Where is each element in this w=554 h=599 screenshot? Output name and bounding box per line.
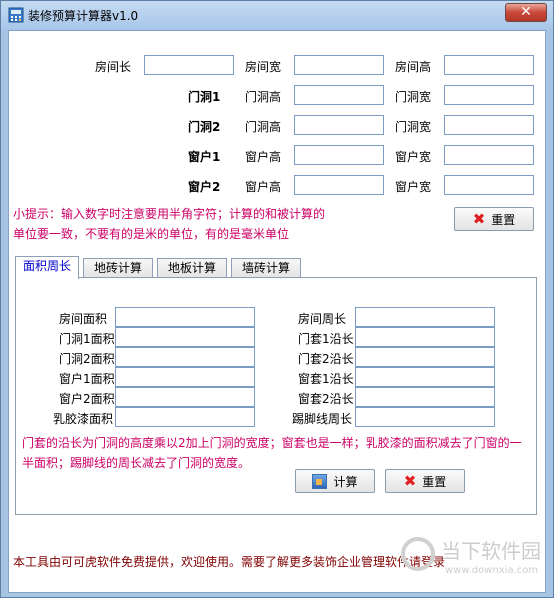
- door2-width-label: 门洞宽: [395, 120, 432, 134]
- window2-label: 窗户2: [188, 180, 221, 194]
- door1-area-input[interactable]: [115, 327, 255, 347]
- window1-width-label: 窗户宽: [395, 150, 432, 164]
- window2-area-input[interactable]: [115, 387, 255, 407]
- door1-width-label: 门洞宽: [395, 90, 432, 104]
- window1-height-label: 窗户高: [245, 150, 282, 164]
- door1-area-label: 门洞1面积: [59, 332, 115, 346]
- door2-width-input[interactable]: [444, 115, 534, 135]
- room-area-label: 房间面积: [59, 312, 108, 326]
- window-casing1-input[interactable]: [355, 367, 495, 387]
- hint-text: 小提示：输入数字时注意要用半角字符；计算的和被计算的 单位要一致，不要有的是米的…: [13, 204, 325, 244]
- door1-width-input[interactable]: [444, 85, 534, 105]
- window-casing2-label: 窗套2沿长: [298, 392, 354, 406]
- door2-area-input[interactable]: [115, 347, 255, 367]
- room-perimeter-label: 房间周长: [298, 312, 347, 326]
- window1-area-label: 窗户1面积: [59, 372, 115, 386]
- room-height-label: 房间高: [395, 60, 432, 74]
- area-note: 门套的沿长为门洞的高度乘以2加上门洞的宽度；窗套也是一样；乳胶漆的面积减去了门窗…: [22, 433, 534, 473]
- reset-button-area[interactable]: ✖ 重置: [385, 469, 465, 493]
- window2-height-input[interactable]: [294, 175, 384, 195]
- window1-label: 窗户1: [188, 150, 221, 164]
- door2-height-label: 门洞高: [245, 120, 282, 134]
- door2-area-label: 门洞2面积: [59, 352, 115, 366]
- door2-height-input[interactable]: [294, 115, 384, 135]
- door-casing2-label: 门套2沿长: [298, 352, 354, 366]
- door1-height-input[interactable]: [294, 85, 384, 105]
- room-area-input[interactable]: [115, 307, 255, 327]
- reset-area-label: 重置: [422, 474, 447, 489]
- window1-height-input[interactable]: [294, 145, 384, 165]
- close-icon: ✕: [520, 4, 532, 20]
- window-title: 装修预算计算器v1.0: [28, 9, 139, 23]
- calculate-button-label: 计算: [333, 474, 358, 489]
- baseboard-perimeter-label: 踢脚线周长: [292, 412, 353, 426]
- room-length-label: 房间长: [95, 60, 132, 74]
- room-width-label: 房间宽: [245, 60, 282, 74]
- paint-area-input[interactable]: [115, 407, 255, 427]
- footer-text: 本工具由可可虎软件免费提供，欢迎使用。需要了解更多装饰企业管理软件请登录: [13, 555, 446, 569]
- room-width-input[interactable]: [294, 55, 384, 75]
- door1-label: 门洞1: [188, 90, 221, 104]
- app-window: 装修预算计算器v1.0 ✕ 房间长 房间宽 房间高 门洞1 门洞高 门洞宽 门洞…: [0, 0, 554, 598]
- area-note-line-1: 门套的沿长为门洞的高度乘以2加上门洞的宽度；窗套也是一样；乳胶漆的面积减去了门窗…: [22, 436, 522, 450]
- watermark: 当下软件园 www.downxia.com: [401, 529, 551, 599]
- close-button[interactable]: ✕: [505, 3, 547, 22]
- window1-width-input[interactable]: [444, 145, 534, 165]
- room-perimeter-input[interactable]: [355, 307, 495, 327]
- tab-floorboard[interactable]: 地板计算: [157, 258, 227, 278]
- window2-width-label: 窗户宽: [395, 180, 432, 194]
- watermark-logo-icon: [401, 537, 435, 571]
- tab-panel-area: 房间面积 门洞1面积 门洞2面积 窗户1面积 窗户2面积 乳胶漆面积 房间周长 …: [15, 277, 537, 515]
- client-area: 房间长 房间宽 房间高 门洞1 门洞高 门洞宽 门洞2 门洞高 门洞宽 窗户1 …: [8, 30, 546, 593]
- reset-button-label: 重置: [491, 212, 516, 227]
- window1-area-input[interactable]: [115, 367, 255, 387]
- hint-line-1: 小提示：输入数字时注意要用半角字符；计算的和被计算的: [13, 207, 326, 221]
- calculate-button[interactable]: 计算: [295, 469, 375, 493]
- baseboard-perimeter-input[interactable]: [355, 407, 495, 427]
- door2-label: 门洞2: [188, 120, 221, 134]
- hint-line-2: 单位要一致，不要有的是米的单位，有的是毫米单位: [13, 227, 290, 241]
- title-bar[interactable]: 装修预算计算器v1.0 ✕: [1, 1, 553, 29]
- door-casing1-input[interactable]: [355, 327, 495, 347]
- red-x-icon: ✖: [403, 472, 417, 490]
- door-casing1-label: 门套1沿长: [298, 332, 354, 346]
- room-length-input[interactable]: [144, 55, 234, 75]
- paint-area-label: 乳胶漆面积: [53, 412, 114, 426]
- reset-button-top[interactable]: ✖ 重置: [454, 207, 534, 231]
- red-x-icon: ✖: [472, 210, 486, 228]
- window2-height-label: 窗户高: [245, 180, 282, 194]
- window-casing1-label: 窗套1沿长: [298, 372, 354, 386]
- door-casing2-input[interactable]: [355, 347, 495, 367]
- window2-width-input[interactable]: [444, 175, 534, 195]
- tab-floor-tile[interactable]: 地砖计算: [83, 258, 153, 278]
- window2-area-label: 窗户2面积: [59, 392, 115, 406]
- watermark-url: www.downxia.com: [445, 565, 539, 576]
- window-casing2-input[interactable]: [355, 387, 495, 407]
- room-height-input[interactable]: [444, 55, 534, 75]
- tab-area-perimeter[interactable]: 面积周长: [15, 256, 79, 279]
- calculator-icon: [312, 473, 328, 489]
- tab-wall-tile[interactable]: 墙砖计算: [231, 258, 301, 278]
- watermark-brand: 当下软件园: [441, 539, 541, 563]
- app-icon: [8, 7, 24, 23]
- door1-height-label: 门洞高: [245, 90, 282, 104]
